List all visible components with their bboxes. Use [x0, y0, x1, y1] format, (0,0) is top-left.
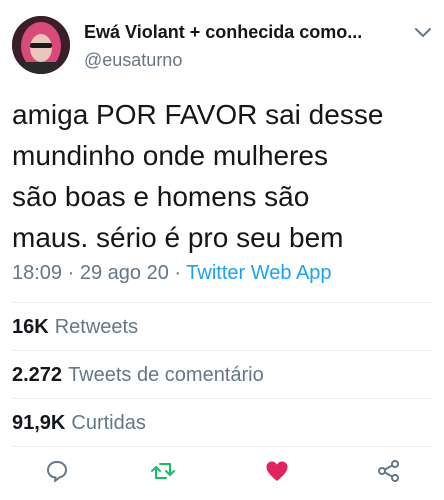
comment-tweets-stat[interactable]: 2.272 Tweets de comentário	[12, 364, 264, 387]
retweets-label: Retweets	[54, 316, 139, 338]
share-icon[interactable]	[376, 458, 402, 484]
tweet-header: Ewá Violant + conhecida como... @eusatur…	[0, 0, 444, 88]
meta-separator: ·	[174, 262, 182, 284]
divider	[12, 446, 432, 447]
tweet-date: 29 ago 20	[79, 262, 169, 284]
reply-icon[interactable]	[44, 458, 70, 484]
meta-separator: ·	[67, 262, 75, 284]
likes-count: 91,9K	[12, 412, 66, 434]
retweet-icon[interactable]	[150, 458, 176, 484]
likes-stat[interactable]: 91,9K Curtidas	[12, 412, 146, 435]
like-icon[interactable]	[264, 458, 290, 484]
retweets-count: 16K	[12, 316, 49, 338]
chevron-down-icon[interactable]	[414, 26, 432, 40]
comment-tweets-count: 2.272	[12, 364, 63, 386]
divider	[12, 398, 432, 399]
tweet-actions	[0, 450, 444, 494]
tweet-time: 18:09	[12, 262, 63, 284]
tweet-meta: 18:09 · 29 ago 20 · Twitter Web App	[12, 262, 332, 285]
author-handle[interactable]: @eusaturno	[84, 50, 182, 71]
tweet-text: amiga POR FAVOR sai desse mundinho onde …	[12, 99, 384, 253]
avatar[interactable]	[12, 16, 70, 74]
author-display-name[interactable]: Ewá Violant + conhecida como...	[84, 22, 404, 43]
divider	[12, 302, 432, 303]
divider	[12, 350, 432, 351]
tweet-source-link[interactable]: Twitter Web App	[186, 262, 331, 284]
likes-label: Curtidas	[71, 412, 146, 434]
retweets-stat[interactable]: 16K Retweets	[12, 316, 138, 339]
comment-tweets-label: Tweets de comentário	[68, 364, 264, 386]
